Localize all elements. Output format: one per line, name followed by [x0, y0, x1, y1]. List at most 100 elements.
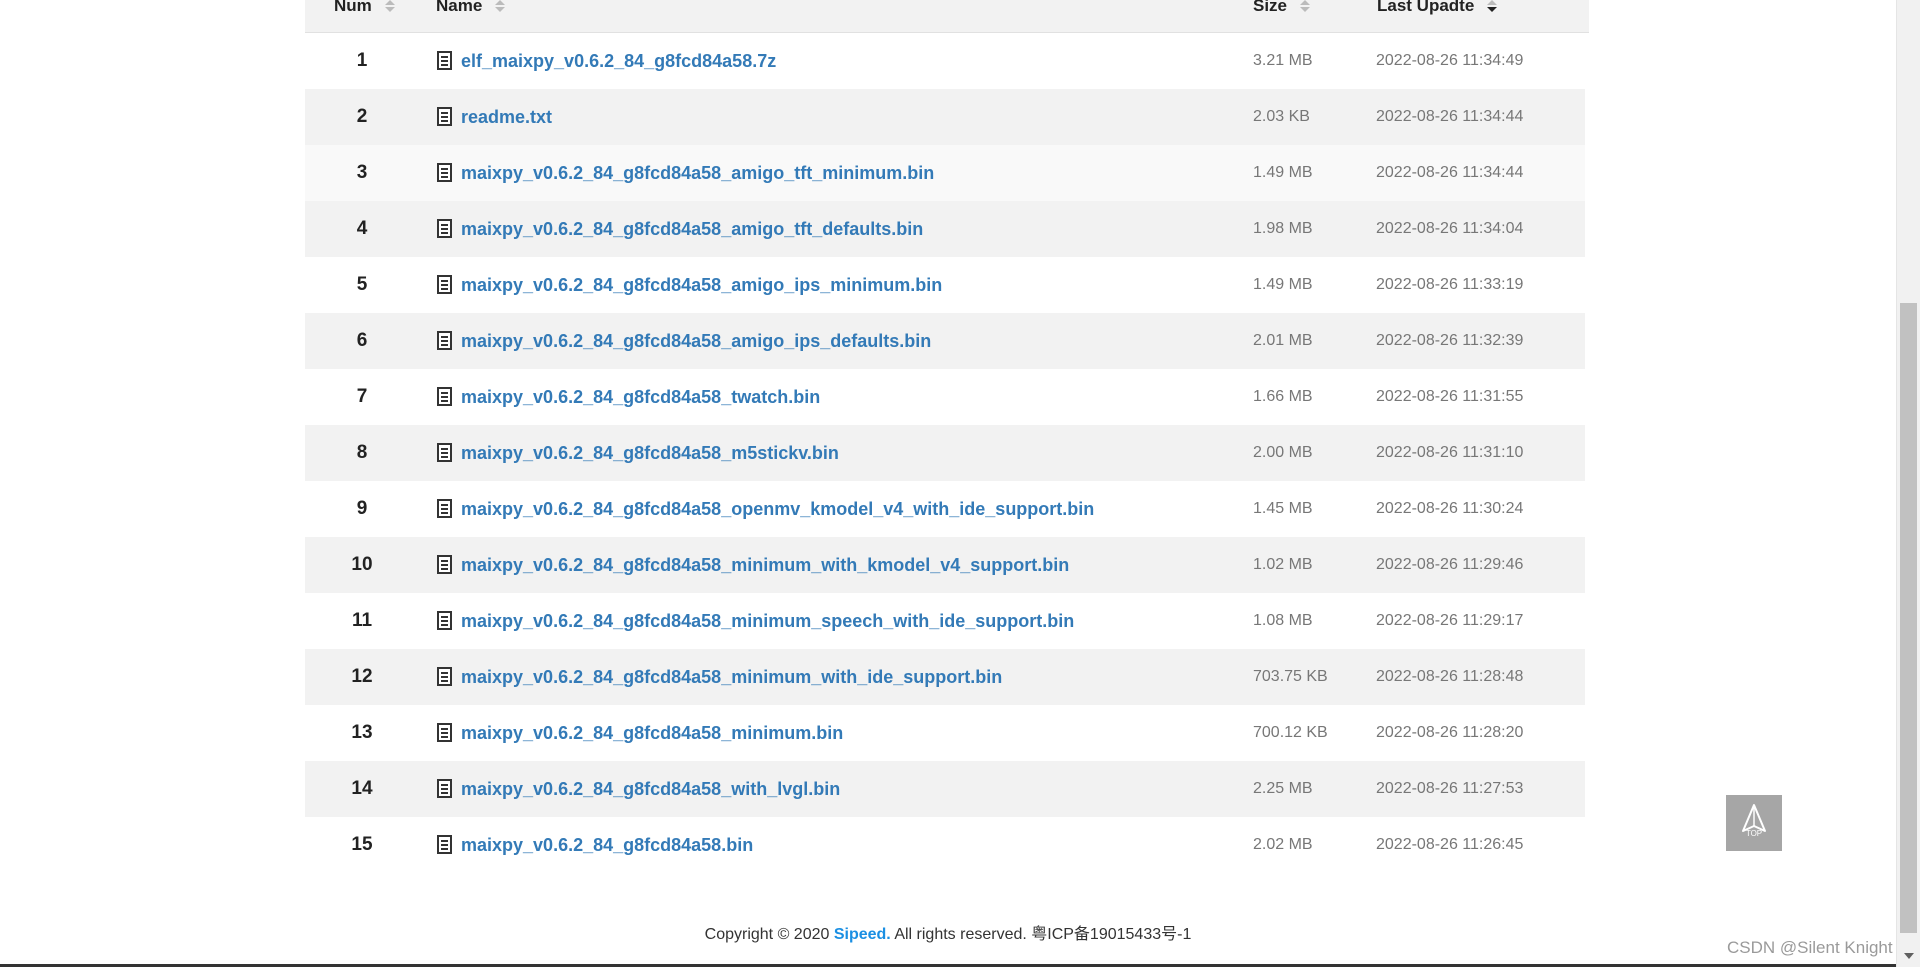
row-num: 6	[356, 330, 368, 351]
back-to-top-label: TOP	[1745, 829, 1763, 838]
vertical-scrollbar[interactable]	[1896, 0, 1920, 967]
row-size: 3.21 MB	[1253, 52, 1313, 69]
row-num: 5	[356, 274, 368, 295]
file-link[interactable]: maixpy_v0.6.2_84_g8fcd84a58_minimum_with…	[461, 667, 1002, 687]
table-row: 5 maixpy_v0.6.2_84_g8fcd84a58_amigo_ips_m…	[305, 257, 1585, 313]
row-size: 1.66 MB	[1253, 388, 1313, 405]
file-icon	[437, 443, 452, 462]
file-icon	[437, 667, 452, 686]
file-link[interactable]: maixpy_v0.6.2_84_g8fcd84a58_minimum_with…	[461, 555, 1069, 575]
table-row: 1 elf_maixpy_v0.6.2_84_g8fcd84a58.7z 3.21 …	[305, 33, 1585, 89]
sort-icon[interactable]	[384, 0, 395, 14]
row-size: 1.98 MB	[1253, 220, 1313, 237]
file-link[interactable]: maixpy_v0.6.2_84_g8fcd84a58_minimum.bin	[461, 723, 843, 743]
row-num: 12	[351, 666, 373, 687]
row-size: 1.49 MB	[1253, 276, 1313, 293]
header-size[interactable]: Size	[1253, 0, 1310, 16]
row-name: maixpy_v0.6.2_84_g8fcd84a58_amigo_ips_mi…	[437, 257, 942, 313]
header-date[interactable]: Last Upadte	[1377, 0, 1498, 16]
row-size: 1.49 MB	[1253, 164, 1313, 181]
scrollbar-thumb[interactable]	[1900, 303, 1917, 933]
row-name: elf_maixpy_v0.6.2_84_g8fcd84a58.7z	[437, 33, 776, 89]
file-icon	[437, 835, 452, 854]
row-size: 1.08 MB	[1253, 612, 1313, 629]
file-link[interactable]: maixpy_v0.6.2_84_g8fcd84a58_with_lvgl.bi…	[461, 779, 840, 799]
row-name: readme.txt	[437, 89, 552, 145]
row-num: 15	[351, 834, 373, 855]
row-size: 2.01 MB	[1253, 332, 1313, 349]
scroll-down-arrow-icon[interactable]	[1904, 953, 1914, 959]
row-date: 2022-08-26 11:27:53	[1376, 780, 1524, 797]
sort-desc-icon[interactable]	[1487, 0, 1498, 14]
file-table: Num Name Size Last Upadte 1 elf_maixpy_v0…	[305, 0, 1589, 873]
row-date: 2022-08-26 11:34:44	[1376, 164, 1524, 181]
row-name: maixpy_v0.6.2_84_g8fcd84a58_minimum_with…	[437, 537, 1069, 593]
table-row: 4 maixpy_v0.6.2_84_g8fcd84a58_amigo_tft_d…	[305, 201, 1585, 257]
footer-copyright: Copyright © 2020	[704, 926, 834, 943]
row-num: 10	[351, 554, 373, 575]
table-row: 2 readme.txt 2.03 KB 2022-08-26 11:34:44	[305, 89, 1585, 145]
table-row: 15 maixpy_v0.6.2_84_g8fcd84a58.bin 2.02 MB…	[305, 817, 1585, 873]
header-num-label: Num	[334, 0, 372, 15]
row-date: 2022-08-26 11:32:39	[1376, 332, 1524, 349]
row-date: 2022-08-26 11:34:49	[1376, 52, 1524, 69]
row-num: 1	[356, 50, 368, 71]
file-link[interactable]: elf_maixpy_v0.6.2_84_g8fcd84a58.7z	[461, 51, 776, 71]
row-size: 2.00 MB	[1253, 444, 1313, 461]
row-date: 2022-08-26 11:31:10	[1376, 444, 1524, 461]
sort-icon[interactable]	[495, 0, 506, 14]
file-icon	[437, 163, 452, 182]
file-link[interactable]: maixpy_v0.6.2_84_g8fcd84a58_twatch.bin	[461, 387, 820, 407]
footer-brand-link[interactable]: Sipeed.	[834, 926, 891, 943]
row-name: maixpy_v0.6.2_84_g8fcd84a58_m5stickv.bin	[437, 425, 839, 481]
row-size: 700.12 KB	[1253, 724, 1328, 741]
row-date: 2022-08-26 11:26:45	[1376, 836, 1524, 853]
row-num: 13	[351, 722, 373, 743]
table-row: 13 maixpy_v0.6.2_84_g8fcd84a58_minimum.bi…	[305, 705, 1585, 761]
table-row: 11 maixpy_v0.6.2_84_g8fcd84a58_minimum_sp…	[305, 593, 1585, 649]
header-date-label: Last Upadte	[1377, 0, 1475, 15]
footer-rights: All rights reserved. 粤ICP备19015433号-1	[890, 926, 1192, 943]
file-link[interactable]: maixpy_v0.6.2_84_g8fcd84a58.bin	[461, 835, 753, 855]
file-link[interactable]: maixpy_v0.6.2_84_g8fcd84a58_minimum_spee…	[461, 611, 1074, 631]
row-date: 2022-08-26 11:30:24	[1376, 500, 1524, 517]
row-name: maixpy_v0.6.2_84_g8fcd84a58.bin	[437, 817, 753, 873]
sort-icon[interactable]	[1299, 0, 1310, 14]
row-num: 9	[356, 498, 368, 519]
file-link[interactable]: maixpy_v0.6.2_84_g8fcd84a58_amigo_ips_de…	[461, 331, 931, 351]
file-icon	[437, 331, 452, 350]
row-size: 2.03 KB	[1253, 108, 1310, 125]
row-name: maixpy_v0.6.2_84_g8fcd84a58_amigo_tft_de…	[437, 201, 923, 257]
file-link[interactable]: readme.txt	[461, 107, 552, 127]
header-num[interactable]: Num	[334, 0, 395, 16]
row-size: 1.45 MB	[1253, 500, 1313, 517]
row-name: maixpy_v0.6.2_84_g8fcd84a58_amigo_ips_de…	[437, 313, 931, 369]
file-link[interactable]: maixpy_v0.6.2_84_g8fcd84a58_amigo_ips_mi…	[461, 275, 942, 295]
file-link[interactable]: maixpy_v0.6.2_84_g8fcd84a58_m5stickv.bin	[461, 443, 839, 463]
row-name: maixpy_v0.6.2_84_g8fcd84a58_with_lvgl.bi…	[437, 761, 840, 817]
table-row: 6 maixpy_v0.6.2_84_g8fcd84a58_amigo_ips_d…	[305, 313, 1585, 369]
row-num: 14	[351, 778, 373, 799]
row-size: 2.25 MB	[1253, 780, 1313, 797]
table-row: 14 maixpy_v0.6.2_84_g8fcd84a58_with_lvgl.…	[305, 761, 1585, 817]
row-name: maixpy_v0.6.2_84_g8fcd84a58_openmv_kmode…	[437, 481, 1094, 537]
file-icon	[437, 107, 452, 126]
row-date: 2022-08-26 11:28:20	[1376, 724, 1524, 741]
row-date: 2022-08-26 11:33:19	[1376, 276, 1524, 293]
up-arrow-icon	[1742, 804, 1766, 832]
back-to-top-button[interactable]: TOP	[1726, 795, 1782, 851]
row-date: 2022-08-26 11:29:46	[1376, 556, 1524, 573]
header-name[interactable]: Name	[436, 0, 506, 16]
table-header: Num Name Size Last Upadte	[305, 0, 1589, 33]
row-date: 2022-08-26 11:29:17	[1376, 612, 1524, 629]
file-icon	[437, 723, 452, 742]
row-num: 3	[356, 162, 368, 183]
file-link[interactable]: maixpy_v0.6.2_84_g8fcd84a58_amigo_tft_de…	[461, 219, 923, 239]
header-size-label: Size	[1253, 0, 1288, 15]
row-num: 11	[351, 610, 373, 631]
table-row: 3 maixpy_v0.6.2_84_g8fcd84a58_amigo_tft_m…	[305, 145, 1585, 201]
row-name: maixpy_v0.6.2_84_g8fcd84a58_twatch.bin	[437, 369, 820, 425]
file-link[interactable]: maixpy_v0.6.2_84_g8fcd84a58_amigo_tft_mi…	[461, 163, 934, 183]
file-link[interactable]: maixpy_v0.6.2_84_g8fcd84a58_openmv_kmode…	[461, 499, 1094, 519]
row-name: maixpy_v0.6.2_84_g8fcd84a58_amigo_tft_mi…	[437, 145, 934, 201]
